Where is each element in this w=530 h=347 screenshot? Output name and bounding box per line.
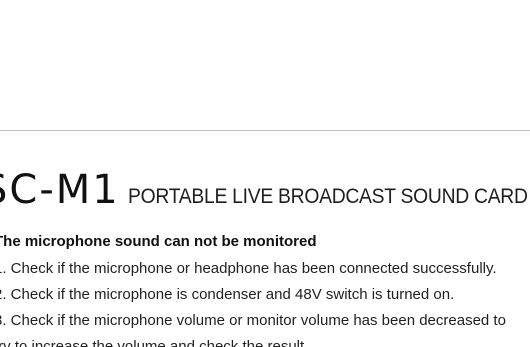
list-item: try to increase the volume and check the…	[0, 338, 309, 347]
divider-line	[0, 130, 530, 131]
model-name: SC-M1	[0, 167, 120, 213]
list-item: 3. Check if the microphone volume or mon…	[0, 312, 506, 329]
product-title: SC-M1 PORTABLE LIVE BROADCAST SOUND CARD	[0, 170, 530, 210]
troubleshooting-list: 1. Check if the microphone or headphone …	[0, 259, 530, 347]
troubleshooting-section: The microphone sound can not be monitore…	[0, 232, 530, 347]
list-item: 2. Check if the microphone is condenser …	[0, 286, 455, 303]
section-heading: The microphone sound can not be monitore…	[0, 233, 317, 250]
product-subtitle: PORTABLE LIVE BROADCAST SOUND CARD	[127, 185, 528, 208]
list-item: 1. Check if the microphone or headphone …	[0, 260, 497, 277]
manual-page: SC-M1 PORTABLE LIVE BROADCAST SOUND CARD…	[0, 0, 530, 347]
